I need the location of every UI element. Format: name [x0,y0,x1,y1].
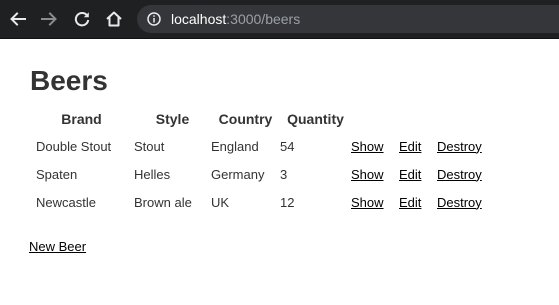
column-header-brand: Brand [61,111,102,127]
beers-table: Brand Style Country Quantity Double Stou… [29,106,497,216]
column-header-empty [399,106,437,132]
table-row: Double Stout Stout England 54 Show Edit … [29,132,497,160]
back-button[interactable] [7,8,29,30]
cell-country: UK [211,194,230,210]
table-row: Spaten Helles Germany 3 Show Edit Destro… [29,160,497,188]
cell-country: Germany [211,166,265,182]
edit-link[interactable]: Edit [399,167,421,182]
cell-style: Brown ale [134,194,192,210]
show-link[interactable]: Show [351,195,384,210]
cell-brand: Spaten [36,166,78,182]
browser-toolbar: localhost:3000/beers [0,0,559,39]
destroy-link[interactable]: Destroy [437,167,482,182]
cell-country: England [211,138,259,154]
arrow-left-icon [10,12,26,26]
cell-style: Helles [134,166,171,182]
address-bar[interactable]: localhost:3000/beers [137,5,559,33]
cell-quantity: 54 [280,138,295,154]
column-header-quantity: Quantity [287,111,344,127]
info-icon[interactable] [147,12,161,26]
destroy-link[interactable]: Destroy [437,195,482,210]
edit-link[interactable]: Edit [399,195,421,210]
column-header-country: Country [218,111,273,127]
column-header-style: Style [155,111,190,127]
cell-brand: Double Stout [36,138,112,154]
cell-brand: Newcastle [36,194,96,210]
table-header-row: Brand Style Country Quantity [29,106,497,132]
table-row: Newcastle Brown ale UK 12 Show Edit Dest… [29,188,497,216]
column-header-empty [351,106,399,132]
home-button[interactable] [103,8,125,30]
column-header-empty [437,106,497,132]
cell-quantity: 3 [280,166,288,182]
url-text[interactable]: localhost:3000/beers [171,11,300,27]
page-title: Beers [30,65,108,96]
cell-quantity: 12 [280,194,295,210]
destroy-link[interactable]: Destroy [437,139,482,154]
new-beer-link[interactable]: New Beer [29,239,86,254]
show-link[interactable]: Show [351,139,384,154]
edit-link[interactable]: Edit [399,139,421,154]
reload-button[interactable] [71,8,93,30]
reload-icon [74,11,90,27]
url-host: localhost [171,11,227,27]
forward-button[interactable] [38,8,60,30]
url-path: :3000/beers [226,11,301,27]
show-link[interactable]: Show [351,167,384,182]
cell-style: Stout [134,138,165,154]
arrow-right-icon [41,12,57,26]
home-icon [106,11,122,27]
